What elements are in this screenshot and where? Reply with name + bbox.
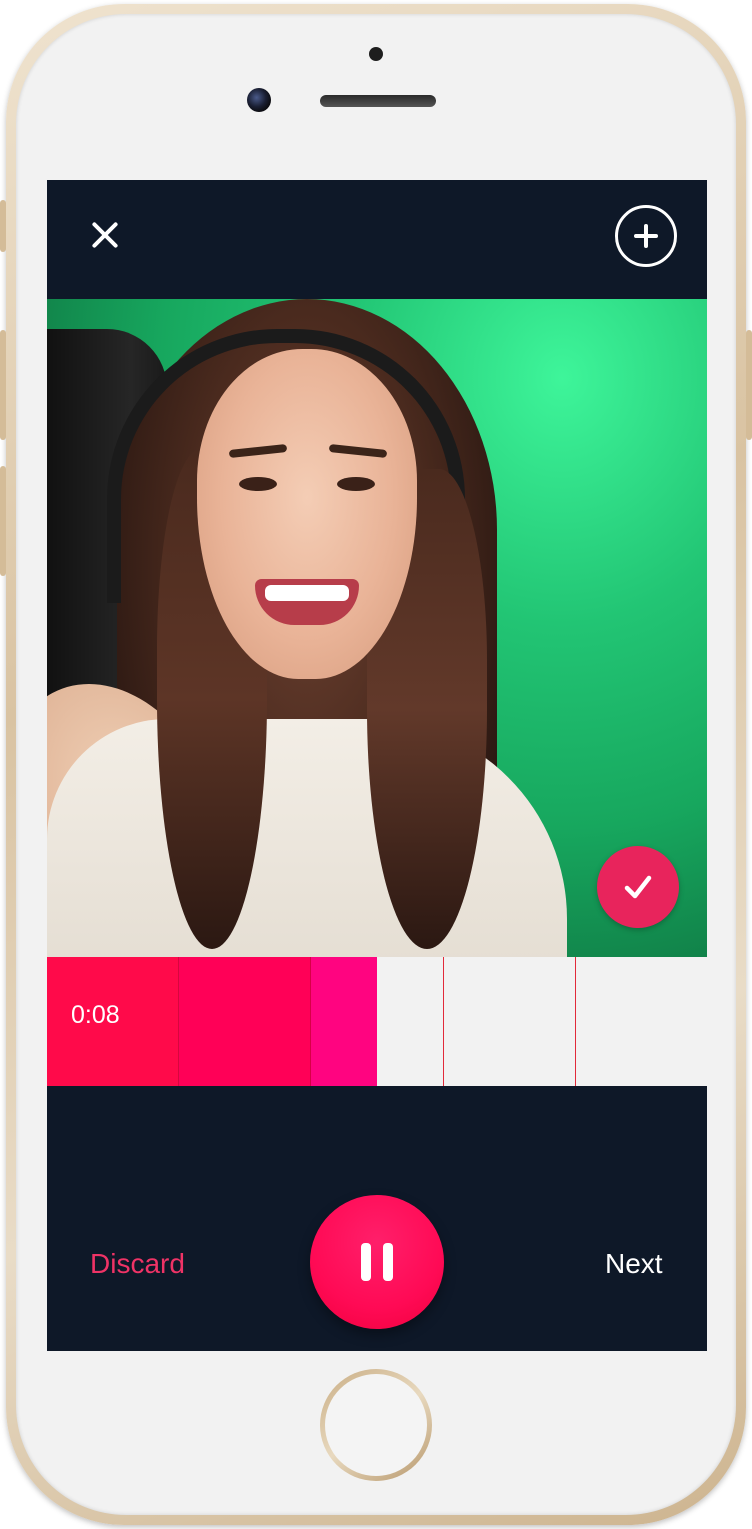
checkmark-icon: [624, 875, 652, 899]
top-bar: [47, 180, 707, 299]
pause-icon: [383, 1243, 393, 1281]
preview-mouth: [255, 579, 359, 625]
pause-icon: [361, 1243, 371, 1281]
home-button[interactable]: [320, 1369, 432, 1481]
plus-circle-icon[interactable]: [615, 205, 677, 267]
elapsed-time: 0:08: [71, 1001, 120, 1029]
preview-eye-right: [337, 477, 375, 491]
close-icon[interactable]: [85, 215, 125, 255]
preview-brow-right: [328, 443, 388, 459]
power-button: [746, 330, 752, 440]
discard-button[interactable]: Discard: [90, 1248, 185, 1280]
timeline-tick: [443, 957, 444, 1086]
front-camera: [247, 88, 271, 112]
proximity-sensor: [369, 47, 383, 61]
recording-timeline: 0:08: [47, 957, 707, 1086]
pause-button[interactable]: [310, 1195, 444, 1329]
confirm-button[interactable]: [597, 846, 679, 928]
preview-eye-left: [239, 477, 277, 491]
preview-brow-left: [228, 443, 288, 459]
camera-preview: [47, 299, 707, 957]
recorded-segment-3: [311, 957, 377, 1086]
volume-down-button: [0, 466, 6, 576]
preview-teeth: [265, 585, 349, 601]
silent-switch: [0, 200, 6, 252]
preview-face: [197, 349, 417, 679]
volume-up-button: [0, 330, 6, 440]
timeline-tick: [575, 957, 576, 1086]
video-recorder-screen: 0:08 Discard Next: [47, 180, 707, 1351]
recorded-segment-2: [179, 957, 311, 1086]
earpiece-speaker: [320, 95, 436, 107]
next-button[interactable]: Next: [605, 1248, 663, 1280]
